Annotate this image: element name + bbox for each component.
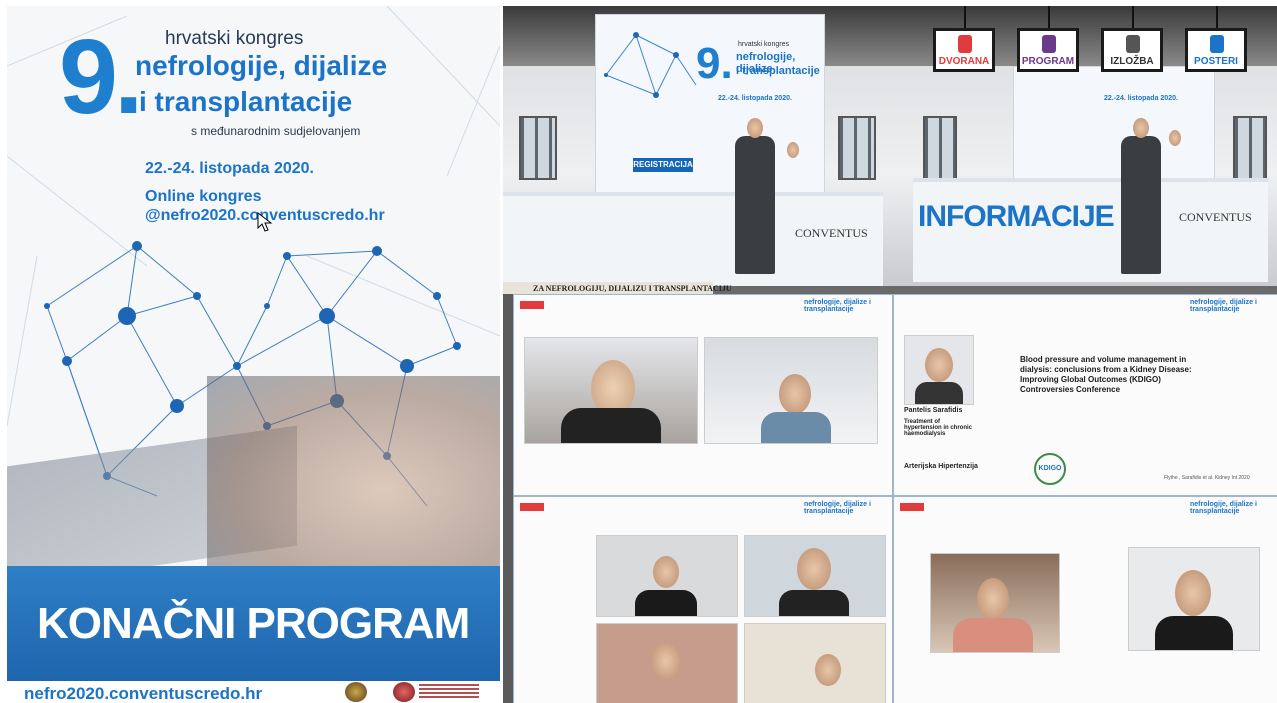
- video-feed: [744, 535, 886, 617]
- title-line-1: nefrologije, dijalize: [135, 50, 388, 81]
- attendee-figure: [735, 136, 775, 274]
- congress-label: hrvatski kongres: [165, 28, 304, 49]
- live-badge-icon: [520, 503, 544, 511]
- desk-brand: CONVENTUS: [795, 226, 868, 240]
- panel-network-graphic: [604, 32, 697, 98]
- live-badge-icon: [520, 301, 544, 309]
- thumbs-up-icon: [1210, 35, 1224, 53]
- info-desk-brand: CONVENTUS: [1179, 210, 1252, 224]
- mouse-cursor-icon: [257, 212, 273, 232]
- reception-desk: CONVENTUS: [503, 192, 883, 286]
- tile-logo: nefrologije, dijalize i transplantacije: [1190, 299, 1257, 313]
- nav-program-button[interactable]: PROGRAM: [1017, 28, 1079, 72]
- receptionist: [1169, 130, 1181, 146]
- video-feed: [744, 623, 886, 703]
- university-logo-icon: [393, 682, 415, 702]
- info-banner-panel: 22.-24. listopada 2020.: [1013, 66, 1215, 188]
- online-label: Online kongres: [145, 188, 262, 205]
- footer-link[interactable]: nefro2020.conventuscredo.hr: [24, 684, 262, 703]
- window: [923, 116, 957, 180]
- registration-lobby: 9. hrvatski kongres nefrologije, dijaliz…: [503, 6, 903, 286]
- speaker-video-feed: [904, 335, 974, 405]
- congress-number: 9.: [59, 18, 143, 136]
- society-logo-icon: [345, 682, 367, 702]
- window: [1233, 116, 1267, 180]
- info-panel-dates: 22.-24. listopada 2020.: [1104, 95, 1178, 102]
- attendee-head: [1133, 118, 1149, 138]
- nav-label: DVORANA: [938, 56, 990, 67]
- panel-kongres: hrvatski kongres: [738, 41, 789, 48]
- tile-logo: nefrologije, dijalize i transplantacije: [804, 501, 871, 515]
- hanging-wire: [1132, 6, 1134, 28]
- tile-logo: nefrologije, dijalize i transplantacije: [804, 299, 871, 313]
- slide-title: Blood pressure and volume management in …: [1020, 355, 1192, 394]
- stand-icon: [1126, 35, 1140, 53]
- session-tile-3[interactable]: nefrologije, dijalize i transplantacije: [513, 496, 893, 703]
- kdigo-logo-icon: KDIGO: [1034, 453, 1066, 485]
- speaker-name: Pantelis Sarafidis: [904, 407, 963, 414]
- nav-dvorana-button[interactable]: DVORANA: [933, 28, 995, 72]
- congress-poster: 9. hrvatski kongres nefrologije, dijaliz…: [7, 6, 500, 703]
- session-tile-2[interactable]: nefrologije, dijalize i transplantacije …: [893, 294, 1277, 496]
- window: [519, 116, 557, 180]
- session-tile-1[interactable]: nefrologije, dijalize i transplantacije: [513, 294, 893, 496]
- nav-label: PROGRAM: [1021, 56, 1075, 67]
- congress-dates: 22.-24. listopada 2020.: [145, 160, 314, 177]
- attendee-head: [747, 118, 763, 138]
- congress-banner-panel: 9. hrvatski kongres nefrologije, dijaliz…: [595, 14, 825, 196]
- session-name: Arterijska Hipertenzija: [904, 463, 978, 470]
- people-icon: [958, 35, 972, 53]
- video-feed: [704, 337, 878, 444]
- title-line-2: i transplantacije: [139, 86, 353, 117]
- nav-izlozba-button[interactable]: IZLOŽBA: [1101, 28, 1163, 72]
- receptionist: [787, 142, 799, 158]
- registration-button[interactable]: REGISTRACIJA: [633, 158, 693, 172]
- nav-label: IZLOŽBA: [1110, 56, 1154, 67]
- video-feed: [524, 337, 698, 444]
- subtitle: s međunarodnim sudjelovanjem: [191, 124, 361, 138]
- nav-posteri-button[interactable]: POSTERI: [1185, 28, 1247, 72]
- slide-citation: Flythe , Sarafidis et al. Kidney Int 202…: [1164, 475, 1250, 481]
- hanging-wire: [964, 6, 966, 28]
- video-feed: [1128, 547, 1260, 651]
- hanging-wire: [1216, 6, 1218, 28]
- window: [838, 116, 876, 180]
- tile-logo: nefrologije, dijalize i transplantacije: [1190, 501, 1257, 515]
- checklist-icon: [1042, 35, 1056, 53]
- live-badge-icon: [900, 503, 924, 511]
- video-feed: [930, 553, 1060, 653]
- association-logo-icon: [419, 684, 479, 700]
- session-tile-4[interactable]: nefrologije, dijalize i transplantacije: [893, 496, 1277, 703]
- video-feed: [596, 535, 738, 617]
- attendee-figure: [1121, 136, 1161, 274]
- hands-photo: [207, 376, 500, 566]
- speaker-talk: Treatment of hypertension in chronic hae…: [904, 419, 973, 437]
- panel-dates: 22.-24. listopada 2020.: [718, 95, 792, 102]
- virtual-venue: 9. hrvatski kongres nefrologije, dijaliz…: [503, 6, 1277, 703]
- information-sign[interactable]: INFORMACIJE: [918, 200, 1115, 234]
- society-strip-text: ZA NEFROLOGIJU, DIJALIZU I TRANSPLANTACI…: [533, 284, 732, 293]
- hanging-wire: [1048, 6, 1050, 28]
- program-banner-title: KONAČNI PROGRAM: [37, 599, 470, 648]
- video-feed: [596, 623, 738, 703]
- panel-title-2: i transplantacije: [736, 65, 820, 77]
- nav-label: POSTERI: [1194, 56, 1238, 67]
